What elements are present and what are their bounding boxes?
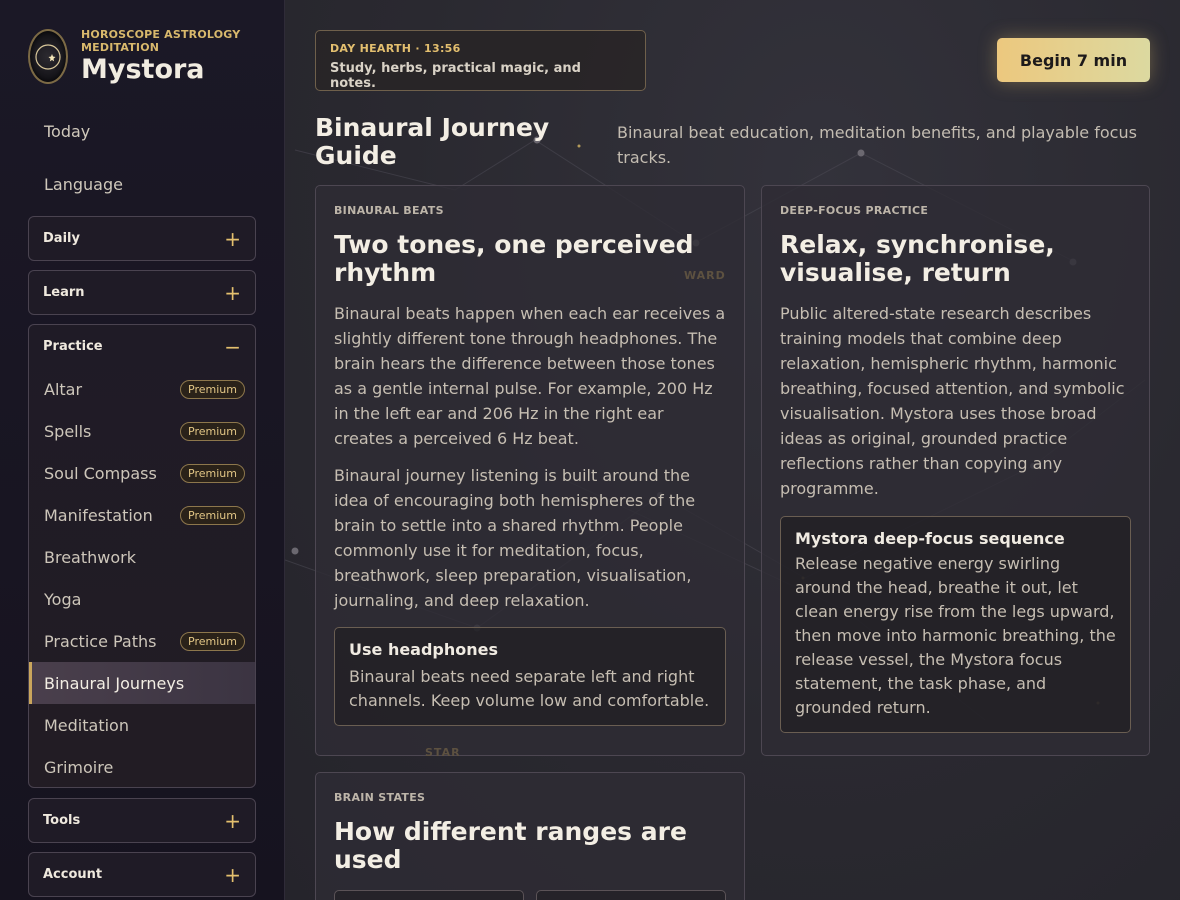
brain-states-card: BRAIN STATES How different ranges are us… [315, 772, 745, 900]
card-paragraph: Binaural journey listening is built arou… [334, 466, 696, 610]
moon-logo-icon [28, 29, 68, 84]
sidebar-item-label: Manifestation [44, 505, 153, 525]
sidebar-item-label: Grimoire [44, 757, 114, 777]
main-content: DAY HEARTH · 13:56 Study, herbs, practic… [285, 0, 1180, 900]
faint-decor-word: STAR [425, 746, 461, 759]
card-title: Two tones, one perceived rhythm [334, 230, 694, 287]
sidebar-item-label: Soul Compass [44, 463, 157, 483]
plus-icon[interactable]: + [224, 283, 241, 303]
headphones-callout: Use headphones Binaural beats need separ… [334, 627, 726, 726]
callout-title: Mystora deep-focus sequence [795, 529, 1065, 548]
group-learn-header[interactable]: Learn + [29, 271, 255, 314]
deep-focus-card: DEEP-FOCUS PRACTICE Relax, synchronise, … [761, 185, 1150, 756]
begin-session-button[interactable]: Begin 7 min [997, 38, 1150, 82]
sidebar-item-label: Yoga [44, 589, 82, 609]
sidebar-item-label: Spells [44, 421, 92, 441]
nav-language[interactable]: Language [44, 175, 123, 194]
sidebar-item-breathwork[interactable]: Breathwork [29, 536, 255, 578]
sidebar-item-label: Breathwork [44, 547, 136, 567]
group-account-header[interactable]: Account + [29, 853, 255, 896]
sidebar-item-manifestation[interactable]: Manifestation Premium [29, 494, 255, 536]
brain-state-tile [536, 890, 726, 900]
card-eyebrow: DEEP-FOCUS PRACTICE [780, 204, 929, 217]
sidebar-item-binaural-journeys[interactable]: Binaural Journeys [29, 662, 255, 704]
brand[interactable]: HOROSCOPE ASTROLOGY MEDITATION Mystora [28, 28, 251, 85]
callout-title: Use headphones [349, 640, 499, 659]
day-hearth-subtitle: Study, herbs, practical magic, and notes… [330, 61, 581, 91]
sidebar-item-meditation[interactable]: Meditation [29, 704, 255, 746]
callout-text: Release negative energy swirling around … [795, 554, 1116, 717]
sidebar-item-grimoire[interactable]: Grimoire [29, 746, 255, 788]
premium-badge: Premium [180, 379, 245, 399]
day-hearth-label: DAY HEARTH · 13:56 [330, 42, 461, 55]
group-label: Account [43, 867, 103, 882]
minus-icon[interactable]: − [224, 337, 241, 357]
premium-badge: Premium [180, 421, 245, 441]
card-eyebrow: BRAIN STATES [334, 791, 426, 804]
premium-badge: Premium [180, 463, 245, 483]
brand-name: Mystora [81, 54, 205, 85]
brain-state-tile [334, 890, 524, 900]
group-label: Tools [43, 813, 81, 828]
deep-focus-sequence-callout: Mystora deep-focus sequence Release nega… [780, 516, 1131, 733]
sidebar-item-yoga[interactable]: Yoga [29, 578, 255, 620]
callout-text: Binaural beats need separate left and ri… [349, 667, 710, 710]
card-title: Relax, synchronise, visualise, return [780, 230, 1055, 287]
group-learn[interactable]: Learn + [28, 270, 256, 315]
plus-icon[interactable]: + [224, 229, 241, 249]
plus-icon[interactable]: + [224, 865, 241, 885]
day-hearth-badge: DAY HEARTH · 13:56 Study, herbs, practic… [315, 30, 646, 91]
page-description: Binaural beat education, meditation bene… [617, 123, 1137, 167]
sidebar-item-practice-paths[interactable]: Practice Paths Premium [29, 620, 255, 662]
group-label: Learn [43, 285, 85, 300]
group-daily-header[interactable]: Daily + [29, 217, 255, 260]
card-paragraph: Binaural beats happen when each ear rece… [334, 304, 726, 448]
group-practice-header[interactable]: Practice − [29, 325, 255, 368]
premium-badge: Premium [180, 631, 245, 651]
card-eyebrow: BINAURAL BEATS [334, 204, 444, 217]
faint-decor-word: WARD [684, 269, 726, 282]
binaural-beats-card: BINAURAL BEATS Two tones, one perceived … [315, 185, 745, 756]
sidebar-item-soul-compass[interactable]: Soul Compass Premium [29, 452, 255, 494]
sidebar-item-label: Practice Paths [44, 631, 157, 651]
brand-tagline: HOROSCOPE ASTROLOGY MEDITATION [81, 28, 241, 54]
sidebar-item-altar[interactable]: Altar Premium [29, 368, 255, 410]
group-daily[interactable]: Daily + [28, 216, 256, 261]
card-title: How different ranges are used [334, 817, 687, 874]
group-tools[interactable]: Tools + [28, 798, 256, 843]
page-title: Binaural Journey Guide [315, 113, 550, 170]
sidebar-item-label: Meditation [44, 715, 129, 735]
sidebar: HOROSCOPE ASTROLOGY MEDITATION Mystora T… [0, 0, 285, 900]
group-practice: Practice − Altar Premium Spells Premium … [28, 324, 256, 788]
group-tools-header[interactable]: Tools + [29, 799, 255, 842]
group-label: Daily [43, 231, 80, 246]
nav-today[interactable]: Today [44, 122, 90, 141]
plus-icon[interactable]: + [224, 811, 241, 831]
sidebar-item-label: Altar [44, 379, 83, 399]
group-label: Practice [43, 339, 103, 354]
premium-badge: Premium [180, 505, 245, 525]
card-paragraph: Public altered-state research describes … [780, 304, 1125, 498]
sidebar-item-spells[interactable]: Spells Premium [29, 410, 255, 452]
group-account[interactable]: Account + [28, 852, 256, 897]
sidebar-item-label: Binaural Journeys [44, 673, 185, 693]
